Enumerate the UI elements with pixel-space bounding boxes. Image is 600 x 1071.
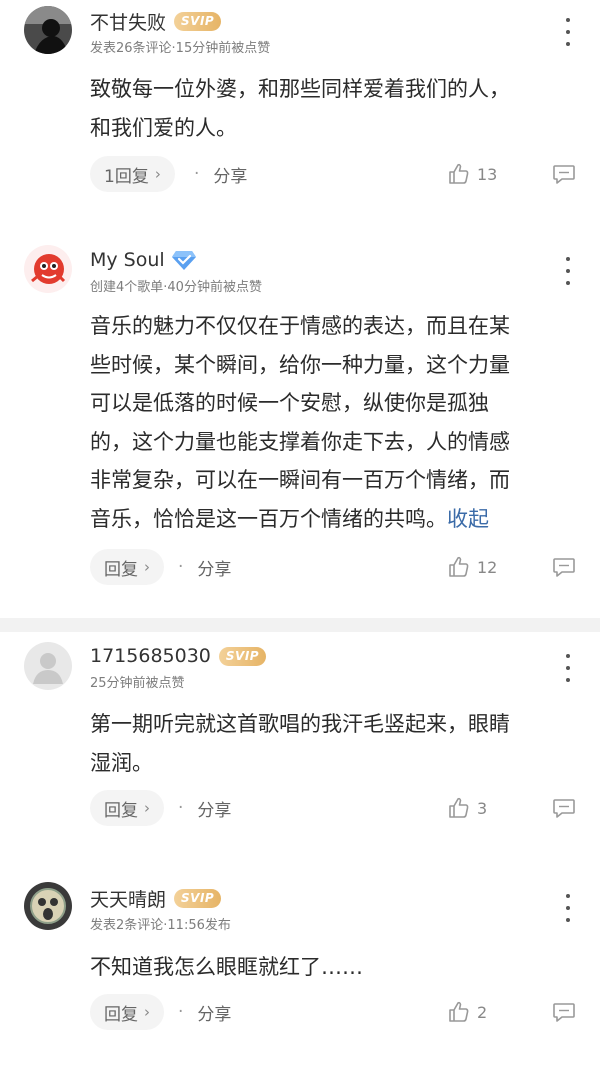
like-count: 2: [477, 1002, 488, 1022]
reply-label: 回复: [104, 559, 138, 580]
svip-badge: SVIP: [218, 646, 267, 666]
reply-button[interactable]: 回复 ›: [90, 790, 164, 826]
content-line: 些时候，某个瞬间，给你一种力量，这个力量: [90, 352, 510, 377]
like-button[interactable]: 12: [447, 553, 497, 581]
content-line: 和我们爱的人。: [90, 115, 237, 140]
comment-icon[interactable]: [550, 160, 578, 188]
chevron-right-icon: ›: [144, 799, 150, 817]
separator-dot: ·: [194, 164, 200, 184]
more-icon[interactable]: [564, 257, 572, 285]
like-button[interactable]: 13: [447, 160, 497, 188]
content-line: 音乐，恰恰是这一百万个情绪的共鸣。收起: [90, 500, 580, 539]
comment-item: 不甘失败 SVIP 发表26条评论·15分钟前被点赞 致敬每一位外婆，和那些同样…: [0, 0, 600, 205]
avatar[interactable]: [24, 642, 72, 690]
chevron-right-icon: ›: [144, 558, 150, 576]
reply-label: 回复: [104, 1004, 138, 1025]
comment-icon[interactable]: [550, 998, 578, 1026]
like-count: 12: [477, 557, 498, 577]
share-button[interactable]: · 分享: [178, 994, 231, 1030]
content-line: 可以是低落的时候一个安慰，纵使你是孤独: [90, 391, 489, 415]
name-row: 天天晴朗 SVIP: [90, 885, 222, 912]
more-icon[interactable]: [564, 18, 572, 46]
avatar-image-icon: [24, 882, 72, 930]
name-row: My Soul: [90, 247, 197, 273]
comment-actions: 回复 › · 分享 2: [90, 994, 580, 1030]
comment-content: 不知道我怎么眼眶就红了……: [90, 948, 580, 987]
separator-dot: ·: [178, 798, 184, 818]
username[interactable]: 1715685030: [90, 645, 211, 667]
share-label: 分享: [197, 800, 232, 821]
comment-meta: 发表2条评论·11:56发布: [90, 918, 231, 933]
thumbs-up-icon: [449, 556, 469, 577]
thumbs-up-icon: [449, 163, 469, 184]
comment-icon[interactable]: [550, 553, 578, 581]
username[interactable]: 不甘失败: [90, 8, 166, 35]
reply-button[interactable]: 1回复 ›: [90, 156, 175, 192]
collapse-link[interactable]: 收起: [447, 507, 489, 531]
thumbs-up-icon: [449, 1001, 469, 1022]
share-button[interactable]: · 分享: [194, 156, 247, 192]
share-button[interactable]: · 分享: [178, 549, 231, 585]
comment-icon[interactable]: [550, 794, 578, 822]
reply-label: 回复: [104, 800, 138, 821]
separator-dot: ·: [178, 1002, 184, 1022]
comment-actions: 1回复 › · 分享 13: [90, 156, 580, 192]
share-button[interactable]: · 分享: [178, 790, 231, 826]
separator-dot: ·: [178, 557, 184, 577]
content-line: 非常复杂，可以在一瞬间有一百万个情绪，而: [90, 468, 510, 492]
avatar[interactable]: [24, 882, 72, 930]
content-line: 音乐的魅力不仅仅在于情感的表达，而且在某: [90, 314, 510, 338]
reply-button[interactable]: 回复 ›: [90, 994, 164, 1030]
comment-meta: 创建4个歌单·40分钟前被点赞: [90, 280, 262, 295]
comment-item: My Soul 创建4个歌单·40分钟前被点赞 音乐的魅力不仅仅在于情感的表达，…: [0, 235, 600, 615]
name-row: 不甘失败 SVIP: [90, 8, 222, 35]
avatar[interactable]: [24, 245, 72, 293]
username[interactable]: 天天晴朗: [90, 885, 166, 912]
content-line: 不知道我怎么眼眶就红了……: [90, 955, 363, 979]
like-button[interactable]: 2: [447, 998, 487, 1026]
share-label: 分享: [197, 1004, 232, 1025]
diamond-verified-icon: [171, 251, 196, 270]
comment-meta: 25分钟前被点赞: [90, 676, 185, 691]
name-row: 1715685030 SVIP: [90, 643, 267, 669]
share-label: 分享: [197, 559, 232, 580]
avatar[interactable]: [24, 6, 72, 54]
chevron-right-icon: ›: [154, 165, 161, 183]
comment-content: 第一期听完就这首歌唱的我汗毛竖起来，眼睛 湿润。: [90, 705, 580, 782]
comment-actions: 回复 › · 分享 12: [90, 549, 580, 585]
default-avatar-icon: [24, 642, 72, 690]
comment-actions: 回复 › · 分享 3: [90, 790, 580, 826]
reply-label: 1回复: [104, 166, 149, 187]
content-line: 第一期听完就这首歌唱的我汗毛竖起来，眼睛: [90, 712, 510, 736]
like-count: 3: [477, 798, 488, 818]
comment-content: 致敬每一位外婆，和那些同样爱着我们的人， 和我们爱的人。: [90, 70, 580, 147]
comment-meta: 发表26条评论·15分钟前被点赞: [90, 41, 271, 56]
username[interactable]: My Soul: [90, 249, 165, 271]
more-icon[interactable]: [564, 654, 572, 682]
chevron-right-icon: ›: [144, 1003, 150, 1021]
share-label: 分享: [213, 166, 248, 187]
section-divider: [0, 618, 600, 632]
like-button[interactable]: 3: [447, 794, 487, 822]
like-count: 13: [477, 164, 498, 184]
reply-button[interactable]: 回复 ›: [90, 549, 164, 585]
content-line: 湿润。: [90, 750, 153, 775]
content-line-text: 音乐，恰恰是这一百万个情绪的共鸣。: [90, 506, 447, 531]
content-line: 的，这个力量也能支撑着你走下去，人的情感: [90, 429, 510, 454]
comment-item: 天天晴朗 SVIP 发表2条评论·11:56发布 不知道我怎么眼眶就红了…… 回…: [0, 872, 600, 1071]
comment-content: 音乐的魅力不仅仅在于情感的表达，而且在某 些时候，某个瞬间，给你一种力量，这个力…: [90, 307, 580, 538]
more-icon[interactable]: [564, 894, 572, 922]
comment-item: 1715685030 SVIP 25分钟前被点赞 第一期听完就这首歌唱的我汗毛竖…: [0, 632, 600, 862]
svip-badge: SVIP: [174, 888, 222, 908]
thumbs-up-icon: [449, 797, 469, 818]
svip-badge: SVIP: [174, 11, 222, 31]
avatar-image-icon: [24, 245, 72, 293]
avatar-image-icon: [24, 6, 72, 54]
content-line: 致敬每一位外婆，和那些同样爱着我们的人，: [90, 77, 510, 101]
